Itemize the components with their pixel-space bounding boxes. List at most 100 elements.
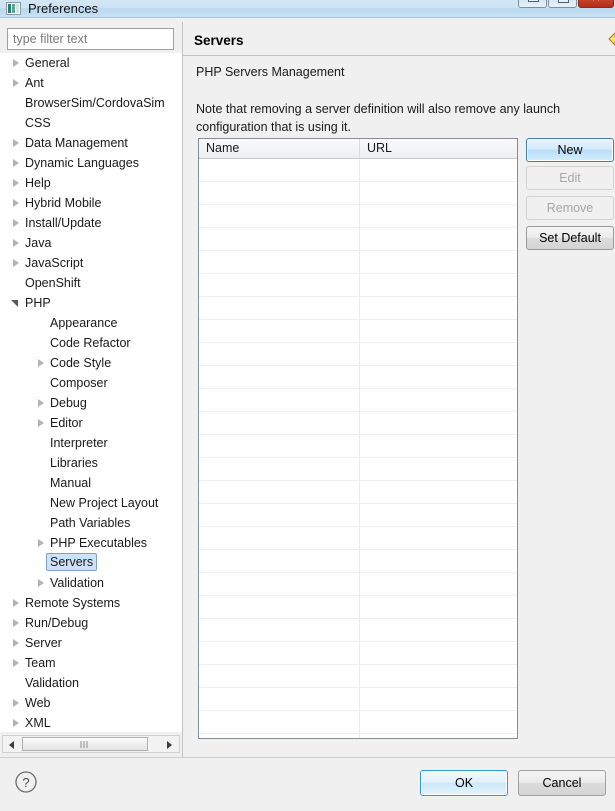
table-row[interactable]	[199, 619, 517, 642]
tree-item-path-variables[interactable]: Path Variables	[0, 513, 182, 533]
column-header-url[interactable]: URL	[359, 139, 517, 158]
chevron-right-icon[interactable]	[11, 259, 20, 268]
chevron-right-icon[interactable]	[11, 199, 20, 208]
table-row[interactable]	[199, 665, 517, 688]
chevron-down-icon[interactable]	[11, 299, 20, 308]
table-row[interactable]	[199, 159, 517, 182]
tree-item-php[interactable]: PHP	[0, 293, 182, 313]
table-row[interactable]	[199, 228, 517, 251]
tree-item-servers[interactable]: Servers	[0, 553, 182, 573]
ok-button[interactable]: OK	[420, 770, 508, 796]
tree-item-validation[interactable]: Validation	[0, 573, 182, 593]
table-body[interactable]	[199, 159, 517, 738]
chevron-right-icon[interactable]	[11, 619, 20, 628]
table-row[interactable]	[199, 412, 517, 435]
help-question-icon[interactable]: ?	[14, 770, 38, 794]
column-header-name[interactable]: Name	[199, 139, 359, 158]
tree-item-libraries[interactable]: Libraries	[0, 453, 182, 473]
tree-item-browsersim-cordovasim[interactable]: BrowserSim/CordovaSim	[0, 93, 182, 113]
tree-item-install-update[interactable]: Install/Update	[0, 213, 182, 233]
tree-item-general[interactable]: General	[0, 53, 182, 73]
chevron-right-icon[interactable]	[11, 599, 20, 608]
tree-item-validation[interactable]: Validation	[0, 673, 182, 693]
preferences-tree[interactable]: General Ant BrowserSim/CordovaSim CSS Data M…	[0, 53, 182, 732]
tree-item-debug[interactable]: Debug	[0, 393, 182, 413]
table-row[interactable]	[199, 504, 517, 527]
chevron-right-icon[interactable]	[11, 719, 20, 728]
chevron-right-icon[interactable]	[11, 139, 20, 148]
table-row[interactable]	[199, 527, 517, 550]
tree-item-openshift[interactable]: OpenShift	[0, 273, 182, 293]
table-row[interactable]	[199, 596, 517, 619]
tree-item-appearance[interactable]: Appearance	[0, 313, 182, 333]
chevron-right-icon[interactable]	[11, 79, 20, 88]
tree-item-new-project-layout[interactable]: New Project Layout	[0, 493, 182, 513]
tree-item-server[interactable]: Server	[0, 633, 182, 653]
tree-item-team[interactable]: Team	[0, 653, 182, 673]
table-row[interactable]	[199, 366, 517, 389]
chevron-right-icon[interactable]	[11, 659, 20, 668]
maximize-button[interactable]	[548, 0, 577, 8]
tree-item-code-refactor[interactable]: Code Refactor	[0, 333, 182, 353]
tree-item-php-executables[interactable]: PHP Executables	[0, 533, 182, 553]
table-row[interactable]	[199, 343, 517, 366]
tree-item-web[interactable]: Web	[0, 693, 182, 713]
new-button[interactable]: New	[526, 138, 614, 162]
scroll-right-icon[interactable]	[162, 736, 179, 752]
tree-item-manual[interactable]: Manual	[0, 473, 182, 493]
table-row[interactable]	[199, 297, 517, 320]
tree-item-interpreter[interactable]: Interpreter	[0, 433, 182, 453]
table-row[interactable]	[199, 389, 517, 412]
table-row[interactable]	[199, 481, 517, 504]
filter-input[interactable]	[7, 28, 174, 50]
tree-item-editor[interactable]: Editor	[0, 413, 182, 433]
scroll-thumb[interactable]	[22, 737, 148, 751]
tree-item-java[interactable]: Java	[0, 233, 182, 253]
chevron-right-icon[interactable]	[11, 239, 20, 248]
table-row[interactable]	[199, 550, 517, 573]
tree-item-help[interactable]: Help	[0, 173, 182, 193]
table-row[interactable]	[199, 688, 517, 711]
chevron-right-icon[interactable]	[11, 179, 20, 188]
chevron-right-icon[interactable]	[11, 159, 20, 168]
chevron-right-icon[interactable]	[11, 639, 20, 648]
tree-item-hybrid-mobile[interactable]: Hybrid Mobile	[0, 193, 182, 213]
table-row[interactable]	[199, 734, 517, 738]
table-row[interactable]	[199, 458, 517, 481]
chevron-right-icon[interactable]	[36, 399, 45, 408]
scroll-left-icon[interactable]	[3, 736, 20, 752]
table-row[interactable]	[199, 320, 517, 343]
table-row[interactable]	[199, 182, 517, 205]
chevron-right-icon[interactable]	[36, 419, 45, 428]
table-row[interactable]	[199, 711, 517, 734]
tree-item-dynamic-languages[interactable]: Dynamic Languages	[0, 153, 182, 173]
table-row[interactable]	[199, 435, 517, 458]
chevron-right-icon[interactable]	[36, 539, 45, 548]
chevron-right-icon[interactable]	[36, 579, 45, 588]
table-row[interactable]	[199, 573, 517, 596]
table-row[interactable]	[199, 251, 517, 274]
servers-table[interactable]: Name URL	[198, 138, 518, 739]
minimize-button[interactable]	[518, 0, 547, 8]
tree-item-javascript[interactable]: JavaScript	[0, 253, 182, 273]
chevron-right-icon[interactable]	[11, 219, 20, 228]
table-row[interactable]	[199, 274, 517, 297]
table-row[interactable]	[199, 205, 517, 228]
back-arrow-icon[interactable]	[607, 31, 615, 47]
tree-item-run-debug[interactable]: Run/Debug	[0, 613, 182, 633]
tree-item-css[interactable]: CSS	[0, 113, 182, 133]
tree-item-remote-systems[interactable]: Remote Systems	[0, 593, 182, 613]
tree-horizontal-scrollbar[interactable]	[2, 735, 180, 753]
tree-item-data-management[interactable]: Data Management	[0, 133, 182, 153]
close-button[interactable]: ✕	[578, 0, 614, 8]
chevron-right-icon[interactable]	[36, 359, 45, 368]
chevron-right-icon[interactable]	[11, 59, 20, 68]
chevron-right-icon[interactable]	[11, 699, 20, 708]
tree-item-ant[interactable]: Ant	[0, 73, 182, 93]
table-row[interactable]	[199, 642, 517, 665]
tree-item-code-style[interactable]: Code Style	[0, 353, 182, 373]
tree-item-composer[interactable]: Composer	[0, 373, 182, 393]
tree-item-xml[interactable]: XML	[0, 713, 182, 732]
set-default-button[interactable]: Set Default	[526, 226, 614, 250]
cancel-button[interactable]: Cancel	[518, 770, 606, 796]
